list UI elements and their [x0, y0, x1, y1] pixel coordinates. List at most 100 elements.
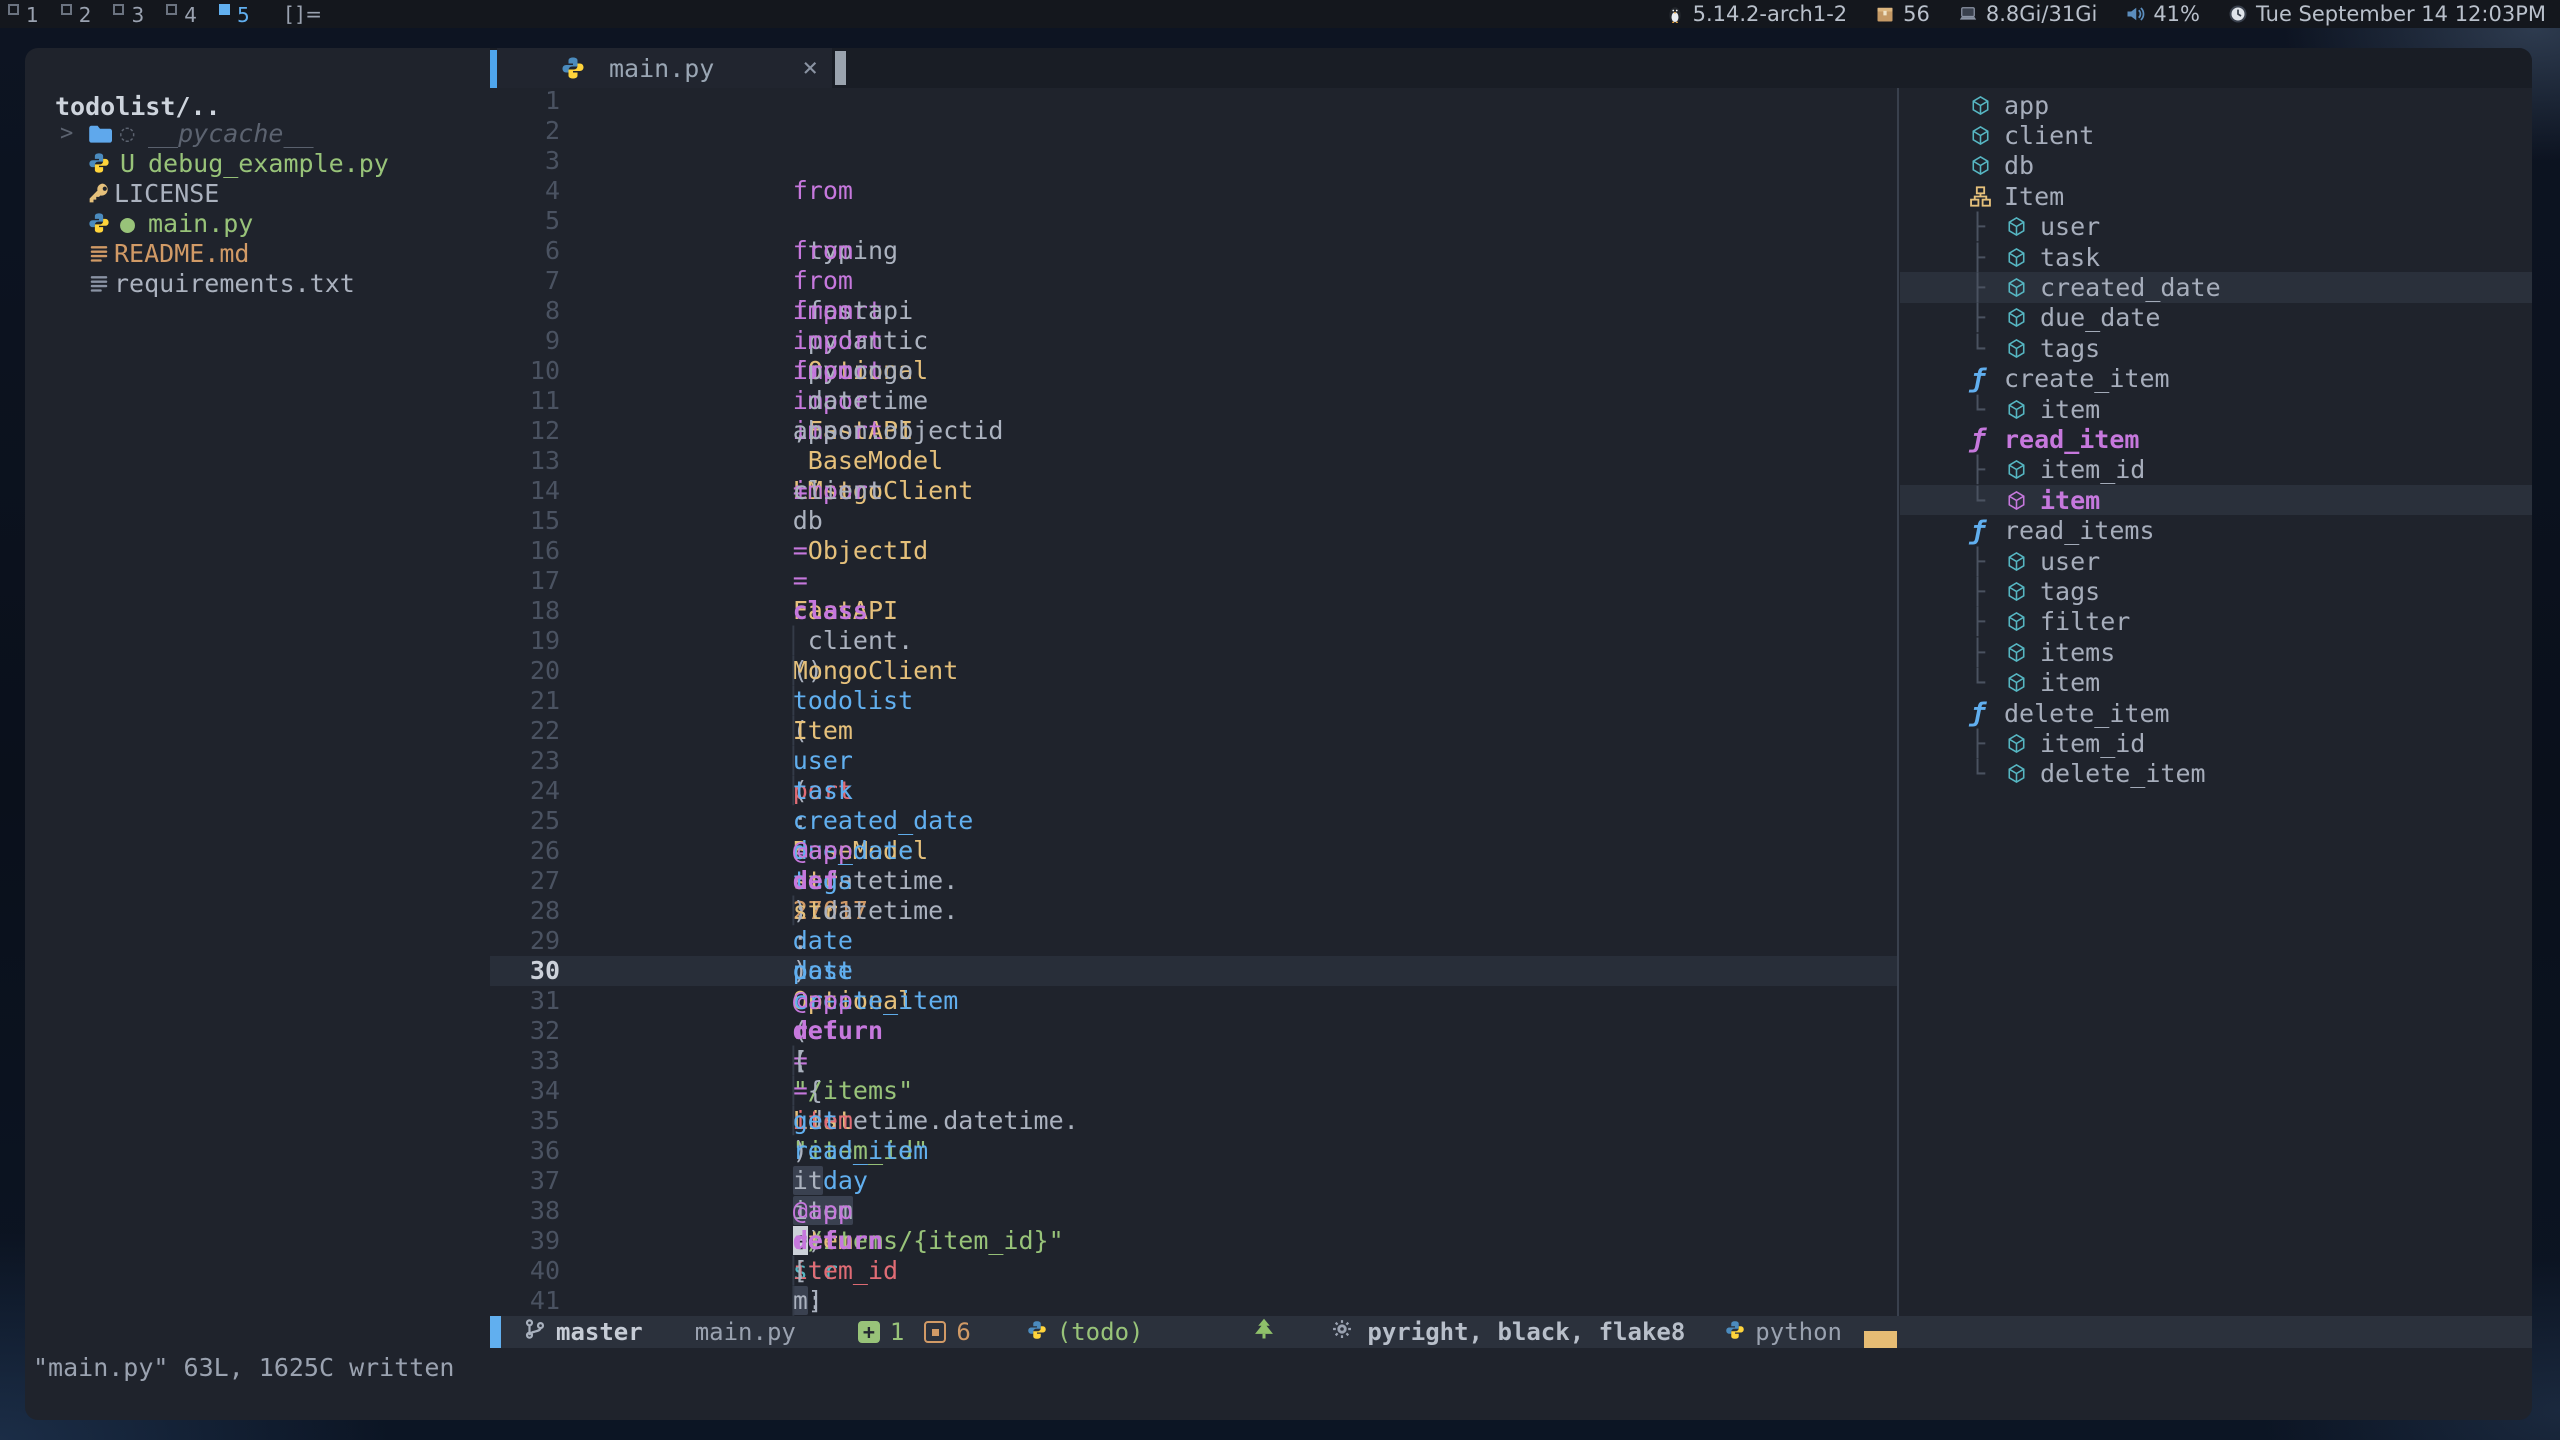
outline-symbol[interactable]: ƒ delete_item — [1900, 698, 2532, 728]
code-line[interactable]: 17 ▏ task : str — [490, 566, 1897, 596]
code-line[interactable]: 7 from bson.objectid import ObjectId — [490, 266, 1897, 296]
code-line[interactable]: 24 def create_item ( item — [490, 776, 1897, 806]
code-line[interactable]: 11 client = MongoClient ( — [490, 386, 1897, 416]
close-icon[interactable]: × — [802, 53, 818, 83]
code-line[interactable]: 13 — [490, 446, 1897, 476]
tab-main-py[interactable]: main.py × — [497, 48, 832, 88]
symbol-name: filter — [2040, 607, 2130, 636]
code-line[interactable]: 6 import datetime — [490, 236, 1897, 266]
function-icon: ƒ — [1970, 698, 2004, 728]
workspace-button[interactable]: 2 — [53, 0, 106, 28]
outline-symbol[interactable]: ƒ read_items — [1900, 515, 2532, 545]
file-tree-item[interactable]: LICENSE — [25, 178, 490, 208]
code-line[interactable]: 3 from fastapi import FastAPI — [490, 146, 1897, 176]
workspace-button[interactable]: 4 — [158, 0, 211, 28]
code-line[interactable]: 30 ▏ it e m — [490, 956, 1897, 986]
line-number: 1 — [490, 88, 560, 116]
symbol-name: item_id — [2040, 729, 2145, 758]
outline-symbol[interactable]: ƒ Item — [1900, 181, 2532, 211]
code-line[interactable]: 14 — [490, 476, 1897, 506]
outline-symbol[interactable]: ├ ƒ tags — [1900, 576, 2532, 606]
outline-symbol[interactable]: ├ ƒ created_date — [1900, 272, 2532, 302]
outline-symbol[interactable]: └ ƒ tags — [1900, 333, 2532, 363]
code-line[interactable]: 20 ▏ tags : Optional — [490, 656, 1897, 686]
outline-symbol[interactable]: ├ ƒ task — [1900, 242, 2532, 272]
code-line[interactable]: 19 ▏ due_date : datetime. date — [490, 626, 1897, 656]
outline-symbol[interactable]: ├ ƒ item_id — [1900, 728, 2532, 758]
code-line[interactable]: 28 @app . get ( "/items/{item_id}" — [490, 896, 1897, 926]
file-tree-item[interactable]: requirements.txt — [25, 268, 490, 298]
code-line[interactable]: 10 — [490, 356, 1897, 386]
code-line[interactable]: 12 db = client. todolist — [490, 416, 1897, 446]
variable-icon — [2006, 551, 2040, 572]
line-number: 30 — [490, 956, 560, 986]
statusbar-text: 56 — [1903, 2, 1930, 26]
outline-symbol[interactable]: ├ ƒ items — [1900, 637, 2532, 667]
code-line[interactable]: 22 — [490, 716, 1897, 746]
outline-symbol[interactable]: ƒ db — [1900, 151, 2532, 181]
code-line[interactable]: 1 from typing import Optional , — [490, 88, 1897, 116]
code-line[interactable]: 2 — [490, 116, 1897, 146]
code-line[interactable]: 15 class Item ( BaseModel — [490, 506, 1897, 536]
file-tree-item[interactable]: README.md — [25, 238, 490, 268]
outline-symbol[interactable]: ├ ƒ filter — [1900, 607, 2532, 637]
code-line[interactable]: 38 ▏ if user: — [490, 1196, 1897, 1226]
code-line[interactable]: 37 ▏ filter = {} — [490, 1166, 1897, 1196]
code-line[interactable]: 23 @app . post ( "/items" — [490, 746, 1897, 776]
code-line[interactable]: 34 — [490, 1076, 1897, 1106]
variable-icon — [1970, 155, 2004, 176]
code-line[interactable]: 33 — [490, 1046, 1897, 1076]
outline-symbol[interactable]: └ ƒ item — [1900, 667, 2532, 697]
variable-icon — [2006, 307, 2040, 328]
workspace-button[interactable]: 1 — [0, 0, 53, 28]
lsp-server-names: pyright, black, flake8 — [1367, 1318, 1685, 1346]
outline-symbol[interactable]: ƒ app — [1900, 90, 2532, 120]
outline-symbol[interactable]: ├ ƒ due_date — [1900, 303, 2532, 333]
code-line[interactable]: 25 ▏ return { "item_id" — [490, 806, 1897, 836]
code-line[interactable]: 18 ▏ created_date : datetime. date — [490, 596, 1897, 626]
code-line[interactable]: 26 — [490, 836, 1897, 866]
command-line-message: "main.py" 63L, 1625C written — [25, 1348, 2532, 1388]
code-line[interactable]: 32 ▏ return item — [490, 1016, 1897, 1046]
code-line[interactable]: 31 ▏ item [ "_id" — [490, 986, 1897, 1016]
variable-icon — [2006, 459, 2040, 480]
code-line[interactable]: 9 app = FastAPI () — [490, 326, 1897, 356]
workspace-button[interactable]: 3 — [105, 0, 158, 28]
workspace-button[interactable]: 5 — [211, 0, 264, 28]
code-line[interactable]: 8 — [490, 296, 1897, 326]
code-line[interactable]: 40 ▏ if tags: — [490, 1256, 1897, 1286]
code-line[interactable]: 29 def read_item ( item_id — [490, 926, 1897, 956]
code-line[interactable]: 41 ▏ ▏ filter = — [490, 1286, 1897, 1316]
code-line[interactable]: 27 — [490, 866, 1897, 896]
code-line[interactable]: 5 from pymongo import MongoClient — [490, 206, 1897, 236]
code-line[interactable]: 21 ▏ — [490, 686, 1897, 716]
code-line[interactable]: 4 from pydantic import BaseModel — [490, 176, 1897, 206]
outline-symbol[interactable]: ƒ read_item — [1900, 424, 2532, 454]
file-tree-item[interactable]: U debug_example.py — [25, 148, 490, 178]
outline-symbol[interactable]: ├ ƒ user — [1900, 546, 2532, 576]
function-icon: ƒ — [1970, 424, 2004, 454]
outline-symbol[interactable]: ├ ƒ user — [1900, 212, 2532, 242]
outline-symbol[interactable]: └ ƒ delete_item — [1900, 759, 2532, 789]
code-line[interactable]: 16 ▏ user : str — [490, 536, 1897, 566]
outline-symbol[interactable]: ƒ create_item — [1900, 364, 2532, 394]
statusline: master main.py + 1 6 (todo) pyright, bla… — [490, 1316, 2532, 1348]
outline-symbol[interactable]: └ ƒ item — [1900, 485, 2532, 515]
line-number: 41 — [490, 1286, 560, 1316]
code-editor[interactable]: 1 from typing import Optional , — [490, 88, 1897, 1316]
code-line[interactable]: 35 @app . get ( "/items" — [490, 1106, 1897, 1136]
tree-guide: ├ — [1970, 243, 2006, 272]
git-status-badge: ● — [114, 209, 148, 238]
outline-symbol[interactable]: └ ƒ item — [1900, 394, 2532, 424]
outline-symbol[interactable]: ├ ƒ item_id — [1900, 455, 2532, 485]
code-line[interactable]: 39 ▏ ▏ filter = — [490, 1226, 1897, 1256]
file-tree-item[interactable]: > ◌ __pycache__ — [25, 118, 490, 148]
file-tree-item[interactable]: ● main.py — [25, 208, 490, 238]
git-status-badge: U — [114, 149, 148, 178]
line-number: 22 — [490, 716, 560, 746]
line-number: 9 — [490, 326, 560, 356]
outline-symbol[interactable]: ƒ client — [1900, 120, 2532, 150]
code-line[interactable]: 36 def read_items ( user — [490, 1136, 1897, 1166]
code-token: @app — [793, 836, 853, 865]
symbol-name: read_items — [2004, 516, 2155, 545]
